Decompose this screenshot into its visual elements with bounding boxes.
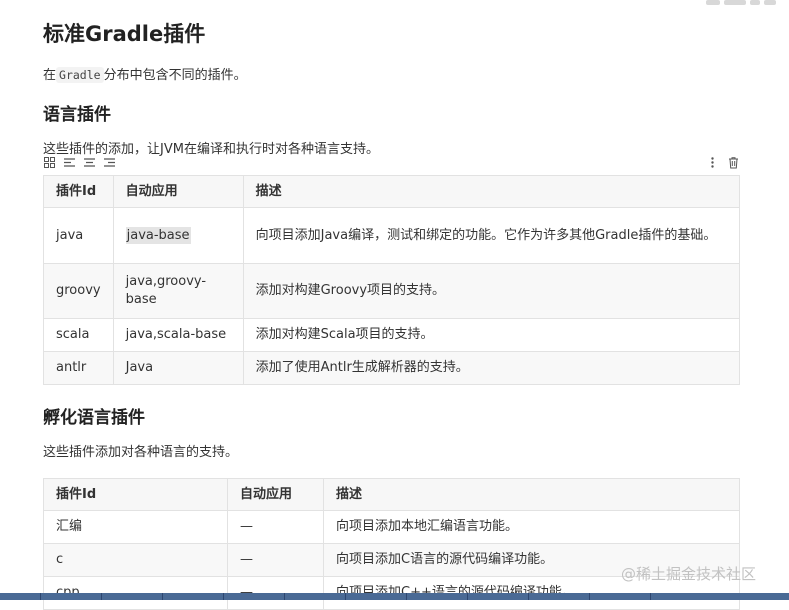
table-header-row: 插件Id 自动应用 描述 [43, 175, 741, 208]
section-desc-language-plugins: 这些插件的添加，让JVM在编译和执行时对各种语言支持。 [43, 142, 379, 157]
cell-plugin-id: 汇编 [43, 510, 228, 544]
cell-plugin-id: c [43, 543, 228, 577]
table-row: scala java,scala-base 添加对构建Scala项目的支持。 [43, 318, 741, 352]
align-right-icon[interactable] [103, 156, 116, 169]
highlighted-text: java-base [125, 226, 191, 244]
cell-auto-apply: — [227, 543, 324, 577]
header-auto-apply: 自动应用 [112, 175, 244, 208]
section-desc-incubating-plugins: 这些插件添加对各种语言的支持。 [43, 445, 239, 460]
table-row: java java-base 向项目添加Java编译，测试和绑定的功能。它作为许… [43, 207, 741, 264]
intro-paragraph: 在 Gradle 分布中包含不同的插件。 [43, 64, 247, 83]
watermark: @稀土掘金技术社区 [621, 565, 757, 583]
header-description: 描述 [242, 175, 741, 208]
header-plugin-id: 插件Id [43, 478, 228, 511]
cell-plugin-id: java [43, 207, 114, 264]
cell-auto-apply: java,groovy-base [112, 263, 244, 319]
cell-description: 添加对构建Groovy项目的支持。 [242, 263, 741, 319]
align-center-icon[interactable] [83, 156, 96, 169]
more-vertical-icon[interactable] [706, 156, 719, 169]
table-header-row: 插件Id 自动应用 描述 [43, 478, 740, 511]
section-heading-language-plugins: 语言插件 [43, 105, 111, 125]
header-description: 描述 [323, 478, 740, 511]
page-title: 标准Gradle插件 [43, 22, 206, 46]
cell-auto-apply: java,scala-base [112, 318, 244, 352]
cell-auto-apply: Java [112, 351, 244, 385]
cell-auto-apply: java-base [112, 207, 244, 264]
document-page: 标准Gradle插件 在 Gradle 分布中包含不同的插件。 语言插件 这些插件的… [0, 0, 789, 610]
grid-icon[interactable] [43, 156, 56, 169]
cell-auto-apply: — [227, 510, 324, 544]
header-plugin-id: 插件Id [43, 175, 114, 208]
cell-description: 添加对构建Scala项目的支持。 [242, 318, 741, 352]
cell-plugin-id: antlr [43, 351, 114, 385]
incubating-plugins-table: 插件Id 自动应用 描述 汇编 — 向项目添加本地汇编语言功能。 c — 向项目… [43, 478, 740, 610]
table-row: 汇编 — 向项目添加本地汇编语言功能。 [43, 510, 740, 544]
corner-decoration [706, 0, 776, 6]
intro-prefix: 在 [43, 68, 57, 83]
taskbar [0, 593, 789, 600]
cell-description: 添加了使用Antlr生成解析器的支持。 [242, 351, 741, 385]
cell-plugin-id: groovy [43, 263, 114, 319]
cell-description: 向项目添加Java编译，测试和绑定的功能。它作为许多其他Gradle插件的基础。 [242, 207, 741, 264]
align-left-icon[interactable] [63, 156, 76, 169]
trash-icon[interactable] [727, 156, 740, 169]
intro-suffix: 分布中包含不同的插件。 [103, 68, 247, 83]
table-toolbar [43, 156, 740, 172]
section-heading-incubating-plugins: 孵化语言插件 [43, 408, 145, 428]
cell-description: 向项目添加本地汇编语言功能。 [323, 510, 740, 544]
intro-code: Gradle [56, 67, 104, 83]
language-plugins-table: 插件Id 自动应用 描述 java java-base 向项目添加Java编译，… [43, 175, 741, 385]
table-row: antlr Java 添加了使用Antlr生成解析器的支持。 [43, 351, 741, 385]
table-row: groovy java,groovy-base 添加对构建Groovy项目的支持… [43, 263, 741, 319]
cell-plugin-id: scala [43, 318, 114, 352]
header-auto-apply: 自动应用 [227, 478, 324, 511]
